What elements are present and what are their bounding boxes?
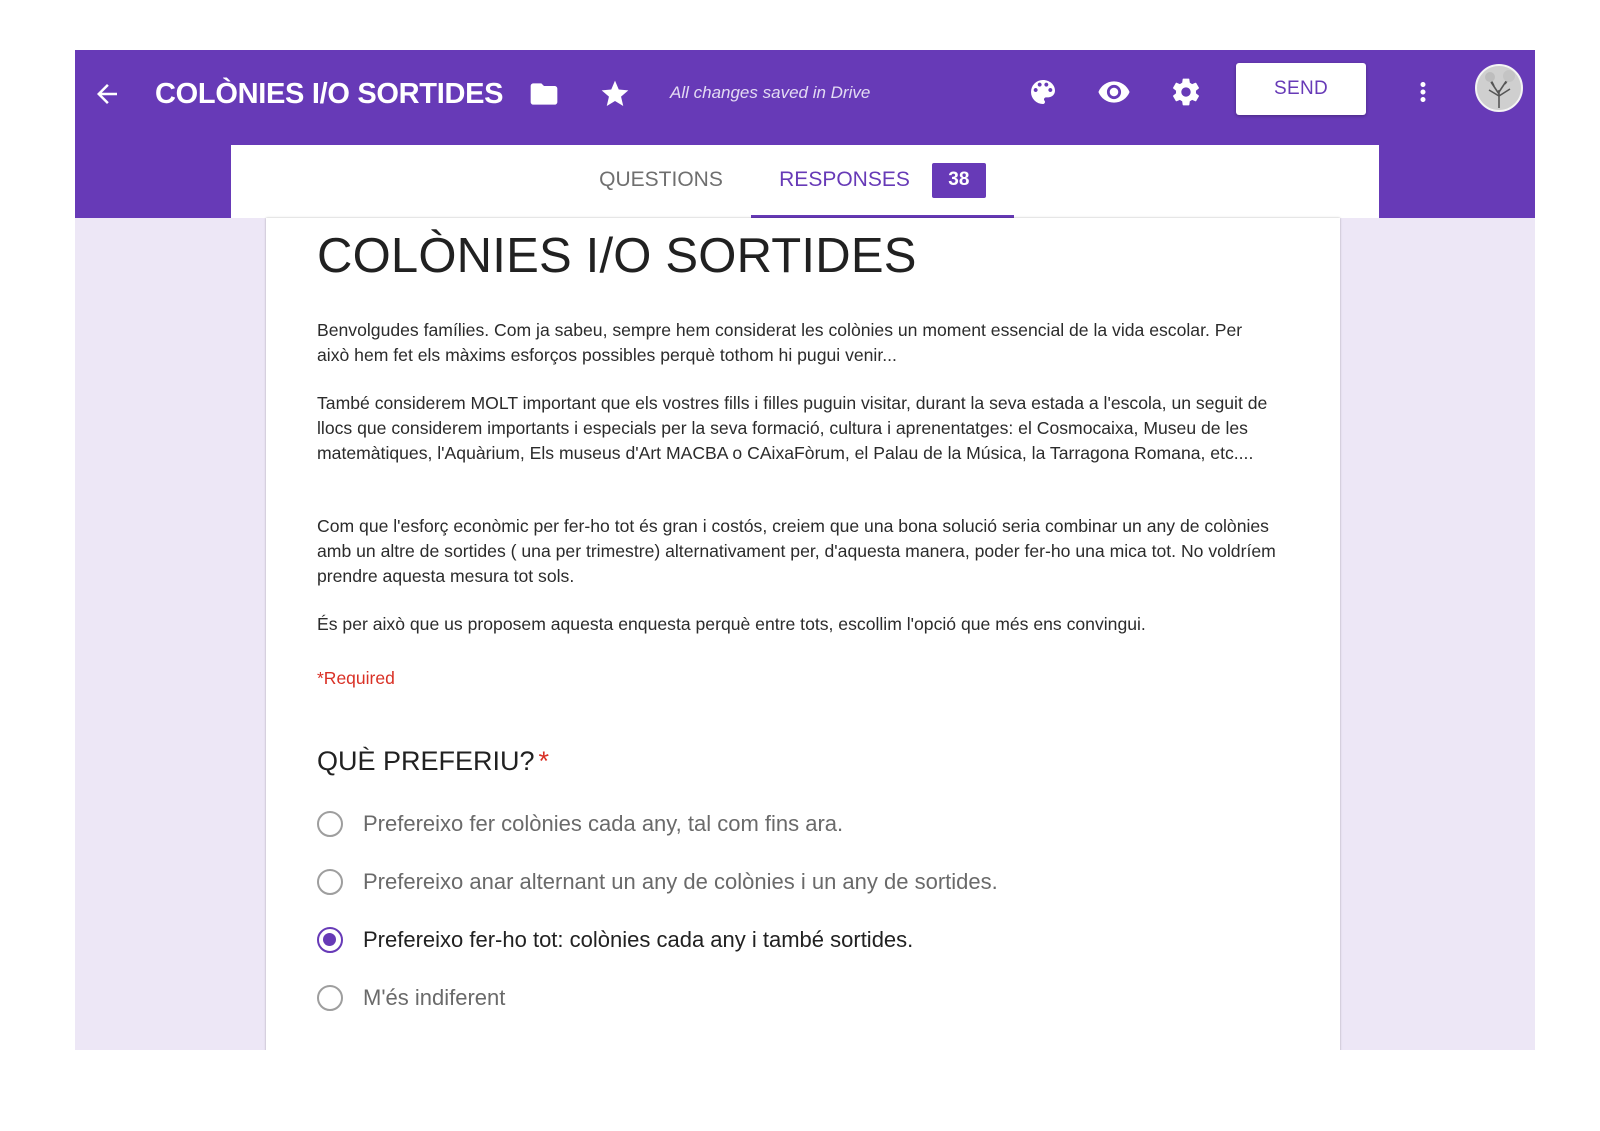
star-icon[interactable] xyxy=(591,70,639,118)
radio-button[interactable] xyxy=(317,811,343,837)
radio-option[interactable]: Prefereixo fer colònies cada any, tal co… xyxy=(317,807,843,841)
back-arrow-icon[interactable] xyxy=(83,70,131,118)
form-description-paragraph: També considerem MOLT important que els … xyxy=(317,393,1268,463)
form-description-paragraph: Com que l'esforç econòmic per fer-ho tot… xyxy=(317,516,1276,586)
radio-button[interactable] xyxy=(317,869,343,895)
radio-option-label: Prefereixo anar alternant un any de colò… xyxy=(363,869,998,894)
tab-responses[interactable]: RESPONSES 38 xyxy=(751,145,1014,218)
radio-button[interactable] xyxy=(317,985,343,1011)
radio-button[interactable] xyxy=(317,927,343,953)
avatar[interactable] xyxy=(1475,64,1523,112)
forms-editor: COLÒNIES I/O SORTIDES All changes saved … xyxy=(75,50,1535,1050)
radio-option-label: Prefereixo fer-ho tot: colònies cada any… xyxy=(363,927,914,952)
question-text: QUÈ PREFERIU? xyxy=(317,746,535,776)
more-vert-icon[interactable] xyxy=(1405,66,1441,118)
save-status: All changes saved in Drive xyxy=(670,83,871,102)
responses-count-badge: 38 xyxy=(931,162,986,198)
radio-option-label: M'és indiferent xyxy=(363,985,506,1010)
tab-questions[interactable]: QUESTIONS xyxy=(581,145,741,215)
palette-icon[interactable] xyxy=(1017,66,1069,118)
radio-option[interactable]: Prefereixo anar alternant un any de colò… xyxy=(317,865,998,899)
eye-icon[interactable] xyxy=(1088,66,1140,118)
required-note: *Required xyxy=(317,668,395,688)
form-description-paragraph: És per això que us proposem aquesta enqu… xyxy=(317,614,1146,634)
form-card: COLÒNIES I/O SORTIDES Benvolgudes famíli… xyxy=(266,218,1340,1050)
question-title: QUÈ PREFERIU? * xyxy=(317,746,549,777)
tabs-bar: QUESTIONS RESPONSES 38 xyxy=(231,145,1379,218)
tab-questions-label: QUESTIONS xyxy=(599,168,723,191)
document-title[interactable]: COLÒNIES I/O SORTIDES xyxy=(155,72,503,116)
radio-option-label: Prefereixo fer colònies cada any, tal co… xyxy=(363,811,844,836)
form-title: COLÒNIES I/O SORTIDES xyxy=(317,229,917,283)
send-button[interactable]: SEND xyxy=(1236,63,1366,115)
form-description-paragraph: Benvolgudes famílies. Com ja sabeu, semp… xyxy=(317,320,1243,365)
folder-icon[interactable] xyxy=(520,70,568,118)
radio-option[interactable]: Prefereixo fer-ho tot: colònies cada any… xyxy=(317,923,913,957)
required-asterisk: * xyxy=(538,746,550,776)
gear-icon[interactable] xyxy=(1160,66,1212,118)
header-bar: COLÒNIES I/O SORTIDES All changes saved … xyxy=(75,50,1535,218)
radio-option[interactable]: M'és indiferent xyxy=(317,981,505,1015)
tab-responses-label: RESPONSES xyxy=(779,168,910,191)
